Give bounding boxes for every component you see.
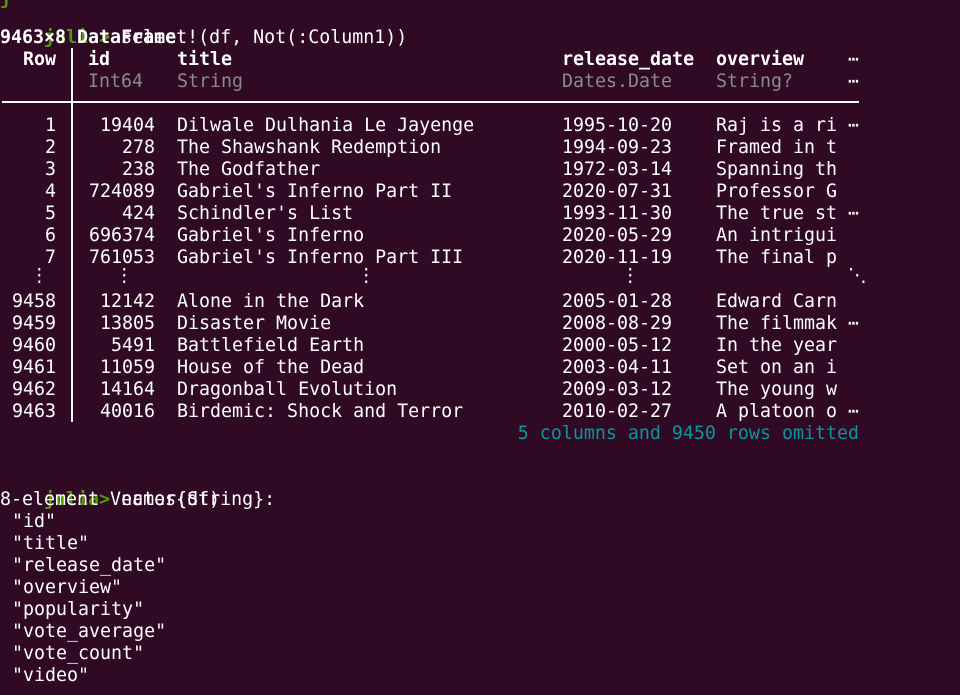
row-number: ⋮: [30, 265, 49, 286]
cell-overview: Raj is a ri: [716, 115, 838, 136]
cell-title: Disaster Movie: [177, 313, 332, 334]
cell-overview: Framed in t: [716, 137, 838, 158]
row-number: 9460: [11, 335, 56, 356]
cell-id: 5491: [110, 335, 155, 356]
cell-overview: A platoon o: [716, 401, 838, 422]
cell-truncation: ⋯: [848, 313, 860, 334]
cell-id: 696374: [88, 225, 155, 246]
cell-overview: The filmmak: [716, 313, 838, 334]
cell-overview: In the year: [716, 335, 838, 356]
cell-id: 13805: [99, 313, 155, 334]
cell-overview: Edward Carn: [716, 291, 838, 312]
cell-title: Battlefield Earth: [177, 335, 365, 356]
cell-id: 14164: [99, 379, 155, 400]
row-number-separator: [71, 48, 73, 422]
cell-release-date: 2003-04-11: [562, 357, 673, 378]
vector-item: "video": [12, 665, 90, 686]
cell-id: 11059: [99, 357, 155, 378]
vector-item: "vote_count": [12, 643, 145, 664]
vector-item: "id": [12, 511, 57, 532]
cell-release-date: 1994-09-23: [562, 137, 673, 158]
cell-truncation: ⋯: [848, 203, 860, 224]
cell-truncation: ⋯: [848, 401, 860, 422]
cell-id: 424: [121, 203, 155, 224]
command-line-1: julia> select!(df, Not(:Column1)): [0, 5, 407, 48]
cell-release-date: 1993-11-30: [562, 203, 673, 224]
vector-item: "vote_average": [12, 621, 167, 642]
cell-overview: The young w: [716, 379, 838, 400]
cell-title: The Shawshank Redemption: [177, 137, 442, 158]
cell-overview: Professor G: [716, 181, 838, 202]
cell-title: Dilwale Dulhania Le Jayenge: [177, 115, 475, 136]
column-type-id: Int64: [88, 71, 144, 92]
cell-release-date: 2020-05-29: [562, 225, 673, 246]
cell-release-date: 2009-03-12: [562, 379, 673, 400]
column-header-title: title: [177, 49, 233, 70]
cell-id: 40016: [99, 401, 155, 422]
cell-title: The Godfather: [177, 159, 321, 180]
omitted-note: 5 columns and 9450 rows omitted: [517, 423, 859, 444]
cell-id: 278: [121, 137, 155, 158]
cell-overview: Set on an i: [716, 357, 838, 378]
column-type-title: String: [177, 71, 244, 92]
cell-title: Gabriel's Inferno: [177, 225, 365, 246]
cell-title: Alone in the Dark: [177, 291, 365, 312]
row-number: 5: [44, 203, 56, 224]
cell-id: 19404: [99, 115, 155, 136]
row-number: 9458: [11, 291, 56, 312]
cell-title: ⋮: [357, 265, 376, 286]
cell-release-date: ⋮: [621, 265, 640, 286]
cell-overview: The final p: [716, 247, 838, 268]
cell-release-date: 1972-03-14: [562, 159, 673, 180]
cell-overview: The true st: [716, 203, 838, 224]
cell-title: Schindler's List: [177, 203, 354, 224]
truncation-marker: ⋯: [848, 49, 860, 70]
cell-id: 724089: [88, 181, 155, 202]
column-header-release-date: release_date: [562, 49, 695, 70]
column-type-overview: String?: [716, 71, 794, 92]
command-line-2: julia> names(df): [0, 467, 220, 510]
cell-truncation: ⋱: [848, 265, 867, 286]
truncation-marker: ⋯: [848, 71, 860, 92]
cell-title: Birdemic: Shock and Terror: [177, 401, 464, 422]
vector-header: 8-element Vector{String}:: [0, 489, 276, 510]
vector-item: "title": [12, 533, 90, 554]
cell-release-date: 2005-01-28: [562, 291, 673, 312]
cell-release-date: 2020-11-19: [562, 247, 673, 268]
row-number: 9463: [11, 401, 56, 422]
column-header-overview: overview: [716, 49, 805, 70]
dataframe-header: 9463×8 DataFrame: [0, 27, 177, 48]
cell-overview: Spanning th: [716, 159, 838, 180]
row-number: 9461: [11, 357, 56, 378]
terminal-window[interactable]: j julia> select!(df, Not(:Column1)) 9463…: [0, 0, 960, 695]
row-number: 9459: [11, 313, 56, 334]
cell-release-date: 2008-08-29: [562, 313, 673, 334]
row-number: 2: [44, 137, 56, 158]
vector-item: "release_date": [12, 555, 167, 576]
column-type-release-date: Dates.Date: [562, 71, 673, 92]
cell-truncation: ⋯: [848, 115, 860, 136]
row-number: 3: [44, 159, 56, 180]
cell-id: 12142: [99, 291, 155, 312]
column-header-id: id: [88, 49, 111, 70]
row-number: 4: [44, 181, 56, 202]
row-number: 9462: [11, 379, 56, 400]
cell-overview: An intrigui: [716, 225, 838, 246]
cell-release-date: 2020-07-31: [562, 181, 673, 202]
cell-id: 238: [121, 159, 155, 180]
row-number: 6: [44, 225, 56, 246]
cell-title: Dragonball Evolution: [177, 379, 398, 400]
row-column-header: Row: [22, 49, 56, 70]
cell-release-date: 1995-10-20: [562, 115, 673, 136]
cell-title: House of the Dead: [177, 357, 365, 378]
cell-release-date: 2010-02-27: [562, 401, 673, 422]
cell-title: Gabriel's Inferno Part III: [177, 247, 464, 268]
cell-release-date: 2000-05-12: [562, 335, 673, 356]
cell-id: ⋮: [115, 265, 134, 286]
row-number: 1: [44, 115, 56, 136]
cell-title: Gabriel's Inferno Part II: [177, 181, 453, 202]
vector-item: "overview": [12, 577, 123, 598]
header-separator: [2, 101, 859, 103]
vector-item: "popularity": [12, 599, 145, 620]
